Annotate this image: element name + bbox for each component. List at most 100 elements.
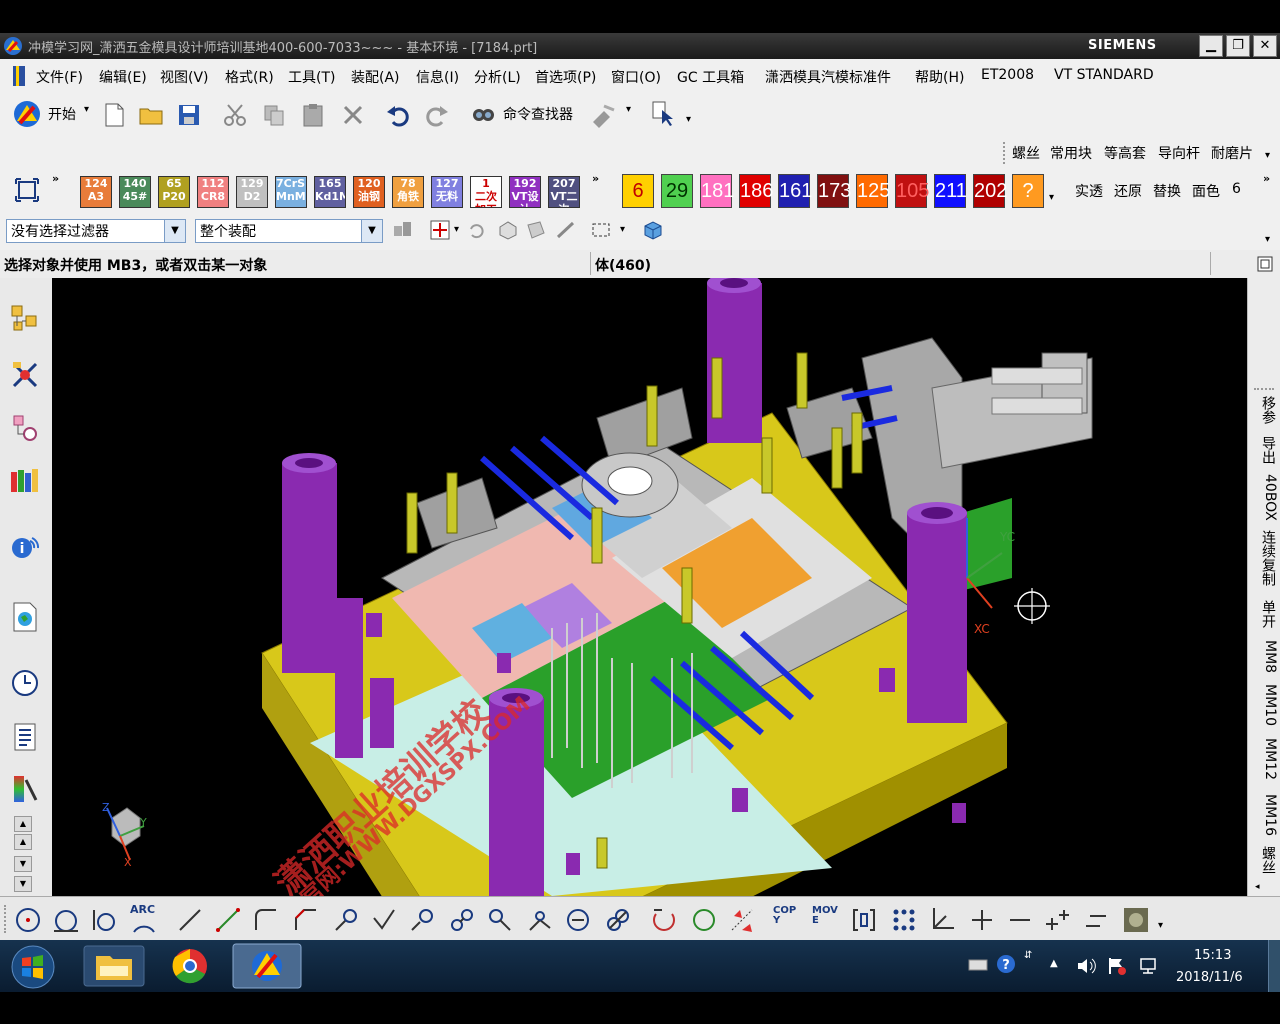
btn-wear-plate[interactable]: 耐磨片 [1211, 143, 1253, 163]
material-swatch[interactable]: 165Kd1Mov [314, 176, 346, 208]
arc-icon[interactable] [130, 910, 158, 938]
constraint-navigator-icon[interactable] [8, 358, 42, 392]
material-swatch[interactable]: 207VT二次 [548, 176, 580, 208]
select-body-icon[interactable] [497, 219, 519, 241]
btn-face-color[interactable]: 面色 [1192, 181, 1220, 201]
material-swatch[interactable]: 140 45# [119, 176, 151, 208]
minimize-button[interactable]: ▁ [1199, 35, 1223, 57]
help-tray-icon[interactable]: ? [996, 954, 1016, 974]
menu-window[interactable]: 窗口(O) [611, 67, 661, 87]
keyboard-tray-icon[interactable] [968, 956, 988, 974]
double-circle-icon[interactable] [604, 906, 632, 934]
point-grid-icon[interactable] [890, 906, 918, 934]
rect-select-dropdown-arrow[interactable]: ▾ [620, 224, 625, 235]
restore-button[interactable]: ❐ [1226, 35, 1250, 57]
snap-dropdown-arrow[interactable]: ▾ [454, 224, 459, 235]
btn-mm12[interactable]: MM12 [1250, 738, 1278, 780]
menu-vt-standard[interactable]: VT STANDARD [1054, 67, 1154, 83]
select-arrow-icon[interactable] [650, 100, 676, 126]
rectangle-select-icon[interactable] [590, 219, 612, 241]
selection-filter-dropdown[interactable]: 没有选择过滤器 ▼ [6, 219, 186, 243]
full-screen-icon[interactable] [1256, 255, 1274, 273]
system-materials-icon[interactable] [8, 720, 42, 754]
menu-analysis[interactable]: 分析(L) [474, 67, 521, 87]
scroll-up-button[interactable]: ▲ [14, 816, 32, 832]
fillet-icon[interactable] [252, 906, 280, 934]
circle-minus-icon[interactable] [564, 906, 592, 934]
material-swatch[interactable]: 192VT设计 [509, 176, 541, 208]
cut-icon[interactable] [222, 102, 248, 128]
color-tile[interactable]: 6 [622, 174, 654, 208]
btn-40box[interactable]: 40BOX [1250, 474, 1278, 521]
axis-corner-icon[interactable] [928, 906, 956, 934]
tile-overflow-arrow[interactable]: ▾ [1049, 192, 1054, 203]
snap-point-icon[interactable] [428, 218, 452, 242]
color-tile[interactable]: 125 [856, 174, 890, 208]
graphics-viewport[interactable]: XC YC Z Y X 潇洒职业培训学校 官网:WWW.DGXSPX.COM [52, 278, 1247, 896]
line-point-icon[interactable] [214, 906, 242, 934]
toolbar-overflow-arrow[interactable]: ▾ [1265, 150, 1270, 161]
cube-view-icon[interactable] [641, 218, 665, 242]
assembly-scope-dropdown[interactable]: 整个装配 ▼ [195, 219, 383, 243]
trim-icon[interactable] [370, 906, 398, 934]
show-hidden-icons-button[interactable]: ▲ [1050, 958, 1058, 969]
circle-tangent-icon[interactable] [52, 906, 80, 934]
extend-icon[interactable] [408, 906, 436, 934]
btn-export[interactable]: 导出 [1250, 436, 1278, 464]
material-swatch[interactable]: 127 无料 [431, 176, 463, 208]
menu-help[interactable]: 帮助(H) [915, 67, 964, 87]
info-feed-icon[interactable]: i [8, 530, 42, 564]
split-curve-icon[interactable] [448, 906, 476, 934]
copy-icon[interactable] [261, 102, 287, 128]
web-browser-icon[interactable] [8, 600, 42, 634]
btn-color-6[interactable]: 6 [1232, 181, 1241, 197]
menu-info[interactable]: 信息(I) [416, 67, 459, 87]
shaded-view-icon[interactable] [1122, 906, 1150, 934]
menu-xiaosa-standard[interactable]: 潇洒模具汽模标准件 [765, 67, 891, 87]
new-file-icon[interactable] [101, 102, 127, 128]
circle-center-icon[interactable] [14, 906, 42, 934]
btn-replace[interactable]: 替换 [1153, 181, 1181, 201]
color-tile[interactable]: ? [1012, 174, 1044, 208]
btn-screw[interactable]: 螺丝 [1012, 143, 1040, 163]
btn-screw-vertical[interactable]: 螺丝 [1250, 846, 1278, 874]
swatch-overflow-chevron[interactable]: » [592, 172, 599, 185]
undo-select-icon[interactable] [466, 220, 486, 240]
plus-plus-icon[interactable] [1044, 906, 1072, 934]
color-tile[interactable]: 161 [778, 174, 812, 208]
assembly-filter-icon[interactable] [391, 218, 415, 242]
file-explorer-taskbar-icon[interactable] [82, 944, 146, 988]
line-arc-icon[interactable] [332, 906, 360, 934]
action-center-flag-icon[interactable] [1106, 956, 1128, 976]
material-swatch[interactable]: 7CrSiMnMoV [275, 176, 307, 208]
bracket-select-icon[interactable] [850, 906, 878, 934]
delete-icon[interactable] [340, 102, 366, 128]
assembly-navigator-icon[interactable] [8, 302, 42, 336]
history-clock-icon[interactable] [8, 666, 42, 700]
save-icon[interactable] [176, 102, 202, 128]
chrome-taskbar-icon[interactable] [158, 944, 222, 988]
close-button[interactable]: ✕ [1253, 35, 1277, 57]
nx-taskbar-icon[interactable] [232, 943, 302, 989]
btn-single-open[interactable]: 单开 [1250, 600, 1278, 628]
copy-label[interactable]: COPY [773, 906, 801, 926]
scroll-down-button[interactable]: ▼ [14, 876, 32, 892]
offset-curve-icon[interactable] [486, 906, 514, 934]
redo-icon[interactable] [424, 102, 450, 128]
material-swatch[interactable]: 112 CR8 [197, 176, 229, 208]
material-swatch[interactable]: 124 A3 [80, 176, 112, 208]
arc-tangent-icon[interactable] [90, 906, 118, 934]
btn-mm10[interactable]: MM10 [1250, 684, 1278, 726]
color-tile[interactable]: 105 [895, 174, 929, 208]
menu-et2008[interactable]: ET2008 [981, 67, 1034, 83]
btn-continuous-copy[interactable]: 连续复制 [1250, 530, 1278, 586]
menu-file[interactable]: 文件(F) [36, 67, 83, 87]
menu-view[interactable]: 视图(V) [160, 67, 209, 87]
select-face-icon[interactable] [525, 219, 547, 241]
btn-solid-transparent[interactable]: 实透 [1075, 181, 1103, 201]
btn-restore[interactable]: 还原 [1114, 181, 1142, 201]
right-toolbar-overflow-arrow[interactable]: ◂ [1255, 882, 1260, 892]
wizard-icon[interactable] [590, 102, 616, 128]
line-icon[interactable] [176, 906, 204, 934]
minus-icon[interactable] [1006, 906, 1034, 934]
